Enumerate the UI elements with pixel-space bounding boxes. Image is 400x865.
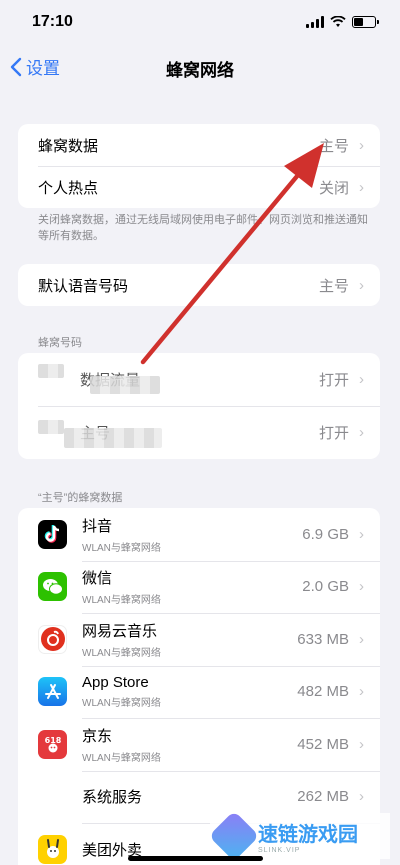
chevron-right-icon: › — [359, 735, 364, 753]
row-value: 主号 — [318, 277, 349, 295]
nav-bar: 设置 蜂窝网络 — [0, 48, 400, 88]
section-header-apps: “主号”的蜂窝数据 — [38, 492, 123, 504]
chevron-right-icon: › — [359, 578, 364, 596]
list-item[interactable]: 网易云音乐 WLAN与蜂窝网络 633 MB › — [18, 613, 380, 666]
watermark: 速链游戏园 SLINK.VIP — [208, 810, 390, 862]
list-item[interactable]: 618 京东 WLAN与蜂窝网络 452 MB › — [18, 718, 380, 771]
cellular-settings-group: 蜂窝数据 主号 › 个人热点 关闭 › — [18, 124, 380, 208]
app-name: 网易云音乐 — [82, 622, 158, 640]
app-subtitle: WLAN与蜂窝网络 — [82, 542, 161, 554]
jd-icon: 618 — [38, 729, 67, 759]
app-subtitle: WLAN与蜂窝网络 — [82, 595, 161, 607]
row-personal-hotspot[interactable]: 个人热点 关闭 › — [18, 166, 380, 208]
app-size: 633 MB — [297, 630, 349, 648]
app-size: 2.0 GB — [302, 578, 349, 596]
wechat-icon — [38, 572, 67, 602]
app-subtitle: WLAN与蜂窝网络 — [82, 752, 161, 764]
row-label: 个人热点 — [38, 179, 99, 197]
app-name: 系统服务 — [82, 789, 143, 807]
app-size: 262 MB — [297, 788, 349, 806]
privacy-blur — [90, 376, 160, 394]
privacy-blur — [38, 420, 64, 434]
row-value: 主号 — [318, 137, 349, 155]
app-name: 抖音 — [82, 517, 113, 535]
app-icon-placeholder — [38, 782, 67, 811]
watermark-logo-icon — [208, 810, 260, 862]
chevron-right-icon: › — [359, 178, 364, 196]
app-subtitle: WLAN与蜂窝网络 — [82, 698, 161, 710]
app-store-icon — [38, 677, 67, 707]
chevron-right-icon: › — [359, 371, 364, 388]
row-label: 默认语音号码 — [38, 277, 129, 295]
list-item[interactable]: 微信 WLAN与蜂窝网络 2.0 GB › — [18, 560, 380, 614]
row-value: 打开 — [318, 425, 349, 442]
privacy-blur — [64, 428, 162, 448]
cellular-footnote: 关闭蜂窝数据，通过无线局域网使用电子邮件、网页浏览和推送通知等所有数据。 — [38, 214, 368, 242]
app-size: 482 MB — [297, 683, 349, 701]
signal-icon — [306, 16, 324, 28]
app-usage-list: 抖音 WLAN与蜂窝网络 6.9 GB › 微信 WLAN与蜂窝网络 2.0 G… — [18, 508, 380, 865]
row-label: 蜂窝数据 — [38, 137, 99, 155]
chevron-right-icon: › — [359, 630, 364, 648]
app-size: 6.9 GB — [302, 525, 349, 543]
chevron-right-icon: › — [359, 136, 364, 154]
wifi-icon — [330, 16, 346, 27]
row-data-line[interactable]: 数据流量 打开 › — [18, 353, 380, 406]
douyin-icon — [38, 519, 67, 549]
chevron-right-icon: › — [359, 276, 364, 294]
row-value: 关闭 — [318, 179, 349, 197]
back-button[interactable]: 设置 — [10, 54, 60, 79]
battery-icon — [352, 16, 379, 28]
netease-music-icon — [38, 624, 67, 654]
app-name: 微信 — [82, 570, 113, 588]
app-name: App Store — [82, 674, 149, 692]
chevron-right-icon: › — [359, 788, 364, 806]
page-title: 蜂窝网络 — [166, 60, 234, 80]
status-icons — [306, 16, 379, 28]
row-value: 打开 — [318, 372, 349, 389]
chevron-right-icon: › — [359, 424, 364, 441]
chevron-left-icon — [10, 57, 22, 76]
section-header-numbers: 蜂窝号码 — [38, 337, 82, 349]
status-time: 17:10 — [32, 13, 73, 30]
row-default-voice-number[interactable]: 默认语音号码 主号 › — [18, 264, 380, 306]
chevron-right-icon: › — [359, 683, 364, 701]
back-label: 设置 — [26, 59, 60, 78]
row-label: 数据流量 — [38, 369, 319, 390]
voice-number-group: 默认语音号码 主号 › — [18, 264, 380, 306]
watermark-subtitle: SLINK.VIP — [258, 847, 301, 854]
chevron-right-icon: › — [359, 525, 364, 543]
status-bar: 17:10 — [0, 0, 400, 44]
app-name: 京东 — [82, 727, 113, 745]
app-size: 452 MB — [297, 735, 349, 753]
row-cellular-data[interactable]: 蜂窝数据 主号 › — [18, 124, 380, 166]
privacy-blur — [38, 364, 64, 378]
watermark-title: 速链游戏园 — [258, 824, 358, 846]
list-item[interactable]: App Store WLAN与蜂窝网络 482 MB › — [18, 665, 380, 719]
app-subtitle: WLAN与蜂窝网络 — [82, 647, 161, 659]
meituan-icon — [38, 834, 67, 864]
home-indicator — [128, 856, 263, 861]
list-item[interactable]: 抖音 WLAN与蜂窝网络 6.9 GB › — [18, 508, 380, 561]
